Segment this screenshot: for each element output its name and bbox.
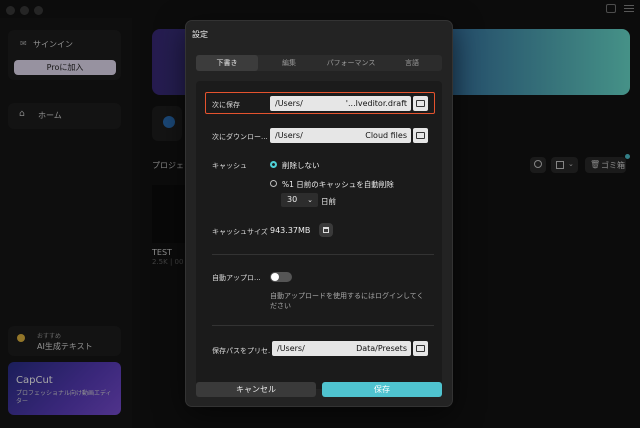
cache-size-label: キャッシュサイズ (212, 228, 268, 236)
download-path-browse-button[interactable] (413, 128, 428, 143)
cache-auto-radio[interactable] (270, 180, 277, 187)
preset-path-browse-button[interactable] (413, 341, 428, 356)
cache-days-select[interactable]: 30 ⌄ (281, 193, 318, 207)
tab-edit[interactable]: 編集 (258, 55, 320, 71)
cache-days-value: 30 (287, 195, 298, 204)
settings-tabs: 下書き 編集 パフォーマンス 言語 (196, 55, 442, 71)
save-path-left: /Users/ (275, 99, 303, 108)
save-path-field[interactable]: /Users/ '...lveditor.draft (270, 96, 411, 111)
section-divider (212, 254, 434, 255)
clear-cache-button[interactable] (319, 223, 333, 237)
download-path-left: /Users/ (275, 131, 303, 140)
preset-path-right: Data/Presets (356, 344, 407, 353)
section-divider (212, 325, 434, 326)
trash-icon (323, 227, 329, 233)
folder-icon (416, 132, 425, 139)
download-path-right: Cloud files (365, 131, 407, 140)
cache-size-value: 943.37MB (270, 226, 311, 235)
preset-path-left: /Users/ (277, 344, 305, 353)
auto-upload-label: 自動アップロ... (212, 274, 261, 282)
cache-keep-label: 削除しない (282, 161, 320, 170)
download-path-field[interactable]: /Users/ Cloud files (270, 128, 411, 143)
auto-upload-hint: 自動アップロードを使用するにはログインしてください (270, 292, 424, 310)
folder-icon (416, 345, 425, 352)
chevron-down-icon: ⌄ (307, 196, 313, 204)
save-path-right: '...lveditor.draft (345, 99, 407, 108)
cache-auto-label: %1 日前のキャッシュを自動削除 (282, 180, 394, 189)
cancel-button[interactable]: キャンセル (196, 382, 316, 397)
preset-path-field[interactable]: /Users/ Data/Presets (272, 341, 411, 356)
tab-language[interactable]: 言語 (382, 55, 442, 71)
cache-label: キャッシュ (212, 162, 247, 170)
dialog-title: 設定 (192, 30, 208, 39)
preset-path-label: 保存パスをプリセ... (212, 347, 270, 355)
save-button[interactable]: 保存 (322, 382, 442, 397)
save-path-label: 次に保存 (212, 101, 240, 109)
tab-drafts[interactable]: 下書き (196, 55, 258, 71)
cache-keep-radio[interactable] (270, 161, 277, 168)
settings-dialog: 設定 下書き 編集 パフォーマンス 言語 次に保存 /Users/ '...lv… (186, 21, 452, 406)
cache-days-unit: 日前 (321, 197, 336, 206)
save-path-browse-button[interactable] (413, 96, 428, 111)
tab-performance[interactable]: パフォーマンス (320, 55, 382, 71)
download-path-label: 次にダウンロー... (212, 133, 267, 141)
auto-upload-toggle[interactable] (270, 272, 292, 282)
folder-icon (416, 100, 425, 107)
